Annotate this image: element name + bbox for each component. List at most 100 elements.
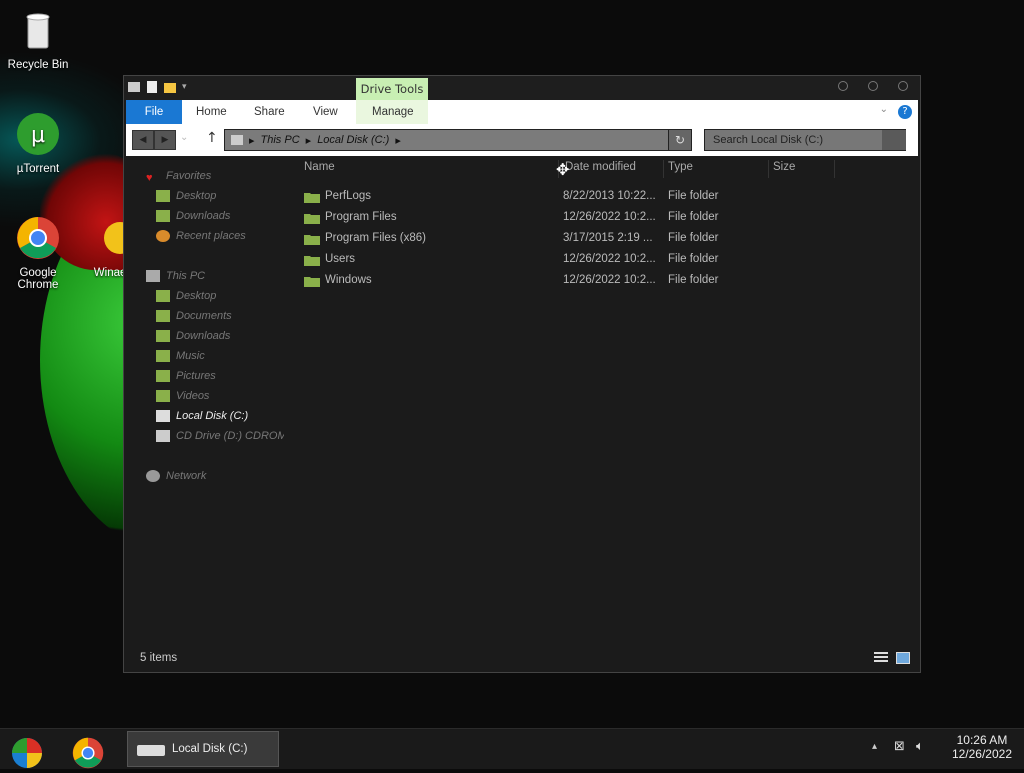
table-row[interactable]: Program Files (x86) 3/17/2015 2:19 ... F… bbox=[304, 229, 844, 249]
navigation-bar: ◀ ▶ ⌄ ↑ ▸ This PC ▸ Local Disk (C:) ▸ ↻ … bbox=[126, 124, 918, 156]
heart-icon: ♥ bbox=[146, 172, 153, 185]
clock-time: 10:26 AM bbox=[956, 733, 1008, 747]
nav-favorites[interactable]: ♥ Favorites bbox=[146, 168, 211, 184]
back-button[interactable]: ◀ bbox=[132, 130, 154, 150]
breadcrumb-local-disk[interactable]: Local Disk (C:) bbox=[317, 134, 389, 146]
maximize-button[interactable] bbox=[868, 81, 878, 91]
nav-downloads[interactable]: Downloads bbox=[156, 328, 230, 344]
table-row[interactable]: Windows 12/26/2022 10:2... File folder bbox=[304, 271, 844, 291]
breadcrumb-separator-icon: ▸ bbox=[249, 134, 255, 147]
title-bar[interactable]: ▾ Drive Tools bbox=[124, 76, 920, 100]
start-button-icon[interactable] bbox=[10, 733, 44, 773]
drive-icon bbox=[156, 410, 170, 423]
column-header-name[interactable]: Name bbox=[304, 161, 335, 173]
desktop-icon-chrome[interactable]: Google Chrome bbox=[2, 216, 74, 291]
nav-favorites-downloads[interactable]: Downloads bbox=[156, 208, 230, 224]
window-menu-icon[interactable] bbox=[128, 80, 140, 94]
show-hidden-icons-chevron-icon[interactable]: ▴ bbox=[872, 741, 877, 752]
folder-icon bbox=[304, 193, 320, 203]
explorer-window: ▾ Drive Tools File Home Share View Manag… bbox=[123, 75, 921, 673]
column-header-type[interactable]: Type bbox=[668, 161, 693, 173]
chrome-icon bbox=[17, 217, 59, 259]
clock[interactable]: 10:26 AM 12/26/2022 bbox=[952, 733, 1012, 761]
table-row[interactable]: PerfLogs 8/22/2013 10:22... File folder bbox=[304, 187, 844, 207]
nav-favorites-recent[interactable]: Recent places bbox=[156, 228, 246, 244]
nav-documents[interactable]: Documents bbox=[156, 308, 232, 324]
tab-share[interactable]: Share bbox=[254, 100, 285, 124]
mouse-cursor-icon: ✥ bbox=[556, 160, 570, 179]
breadcrumb-separator-icon: ▸ bbox=[305, 134, 312, 147]
breadcrumb-this-pc[interactable]: This PC bbox=[261, 134, 300, 146]
search-input[interactable]: Search Local Disk (C:) bbox=[704, 129, 906, 151]
nav-cd-drive[interactable]: CD Drive (D:) CDROM bbox=[156, 428, 284, 444]
new-folder-icon[interactable] bbox=[164, 80, 176, 94]
nav-this-pc[interactable]: This PC bbox=[146, 268, 205, 284]
downloads-icon bbox=[156, 330, 170, 343]
recent-places-icon bbox=[156, 230, 170, 243]
desktop-icon bbox=[156, 190, 170, 203]
recent-locations-chevron-icon[interactable]: ⌄ bbox=[180, 132, 188, 143]
tab-file[interactable]: File bbox=[126, 100, 182, 124]
tab-view[interactable]: View bbox=[313, 100, 338, 124]
cd-drive-icon bbox=[156, 430, 170, 443]
column-header-size[interactable]: Size bbox=[773, 161, 795, 173]
nav-pictures[interactable]: Pictures bbox=[156, 368, 216, 384]
drive-tools-label: Drive Tools bbox=[356, 78, 428, 100]
nav-desktop[interactable]: Desktop bbox=[156, 288, 216, 304]
table-row[interactable]: Program Files 12/26/2022 10:2... File fo… bbox=[304, 208, 844, 228]
column-divider[interactable] bbox=[663, 160, 664, 178]
details-view-icon[interactable] bbox=[874, 652, 888, 664]
column-divider[interactable] bbox=[834, 160, 835, 178]
computer-icon bbox=[146, 270, 160, 283]
taskbar-item-local-disk[interactable]: Local Disk (C:) bbox=[127, 731, 279, 767]
utorrent-icon: µ bbox=[17, 113, 59, 155]
network-status-icon[interactable]: ⊠ bbox=[894, 739, 905, 754]
close-button[interactable] bbox=[898, 81, 908, 91]
customize-qat-chevron-icon[interactable]: ▾ bbox=[182, 82, 187, 92]
address-bar[interactable]: ▸ This PC ▸ Local Disk (C:) ▸ bbox=[224, 129, 690, 151]
column-divider[interactable] bbox=[768, 160, 769, 178]
clock-date: 12/26/2022 bbox=[951, 747, 1012, 761]
nav-network[interactable]: Network bbox=[146, 468, 206, 484]
ribbon-tabs: File Home Share View Manage ⌄ ? bbox=[126, 100, 918, 124]
chrome-taskbar-icon[interactable] bbox=[72, 733, 104, 773]
window-controls bbox=[838, 81, 908, 91]
documents-icon bbox=[156, 310, 170, 323]
expand-ribbon-chevron-icon[interactable]: ⌄ bbox=[880, 104, 888, 115]
column-header-date[interactable]: Date modified bbox=[565, 161, 636, 173]
breadcrumb-separator-icon: ▸ bbox=[395, 134, 401, 147]
status-item-count: 5 items bbox=[140, 652, 178, 664]
table-row[interactable]: Users 12/26/2022 10:2... File folder bbox=[304, 250, 844, 270]
minimize-button[interactable] bbox=[838, 81, 848, 91]
downloads-icon bbox=[156, 210, 170, 223]
nav-favorites-desktop[interactable]: Desktop bbox=[156, 188, 216, 204]
recycle-bin-icon bbox=[26, 13, 50, 49]
drive-icon bbox=[231, 135, 243, 145]
nav-videos[interactable]: Videos bbox=[156, 388, 209, 404]
folder-icon bbox=[304, 277, 320, 287]
desktop-icon bbox=[156, 290, 170, 303]
properties-icon[interactable] bbox=[146, 80, 158, 94]
view-switcher bbox=[874, 652, 910, 664]
quick-access-toolbar: ▾ bbox=[128, 80, 187, 94]
folder-icon bbox=[304, 214, 320, 224]
drive-icon bbox=[137, 745, 165, 756]
folder-icon bbox=[304, 256, 320, 266]
videos-icon bbox=[156, 390, 170, 403]
desktop-icon-label: Recycle Bin bbox=[7, 59, 69, 71]
search-icon[interactable] bbox=[882, 130, 906, 150]
refresh-button[interactable]: ↻ bbox=[668, 129, 692, 151]
tab-manage[interactable]: Manage bbox=[372, 100, 414, 124]
volume-icon[interactable]: 🔈︎ bbox=[916, 739, 924, 754]
tab-home[interactable]: Home bbox=[196, 100, 227, 124]
desktop-icon-label: Google Chrome bbox=[17, 267, 59, 291]
nav-music[interactable]: Music bbox=[156, 348, 205, 364]
help-icon[interactable]: ? bbox=[898, 105, 912, 119]
large-icons-view-icon[interactable] bbox=[896, 652, 910, 664]
desktop-icon-utorrent[interactable]: µ µTorrent bbox=[2, 112, 74, 175]
nav-local-disk[interactable]: Local Disk (C:) bbox=[156, 408, 248, 424]
up-arrow-icon[interactable]: ↑ bbox=[206, 130, 218, 146]
forward-button[interactable]: ▶ bbox=[154, 130, 176, 150]
taskbar: Local Disk (C:) ▴ ⊠ 🔈︎ 10:26 AM 12/26/20… bbox=[0, 728, 1024, 769]
desktop-icon-recycle-bin[interactable]: Recycle Bin bbox=[2, 8, 74, 71]
